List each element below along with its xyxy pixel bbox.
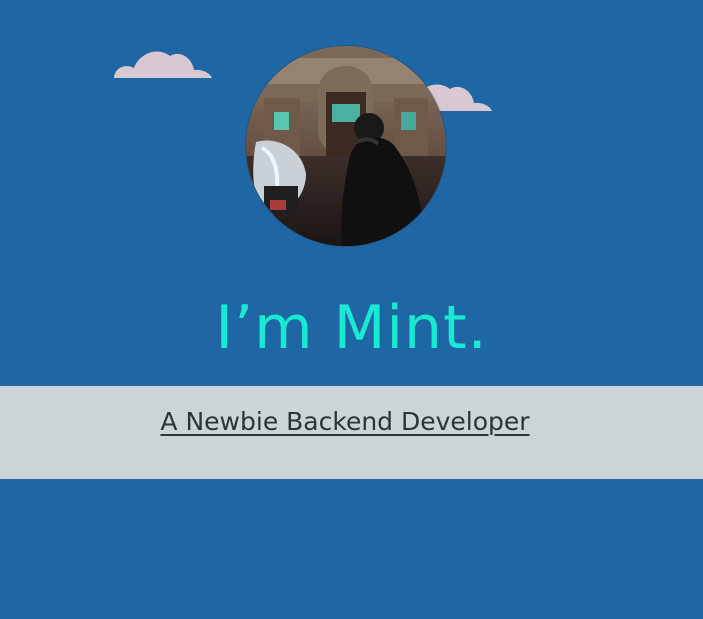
subtitle-link[interactable]: A Newbie Backend Developer bbox=[0, 405, 690, 439]
hero-headline: I’m Mint. bbox=[215, 293, 488, 363]
cloud-left-icon bbox=[114, 51, 212, 78]
profile-photo-image bbox=[246, 46, 446, 246]
profile-avatar bbox=[246, 46, 446, 246]
